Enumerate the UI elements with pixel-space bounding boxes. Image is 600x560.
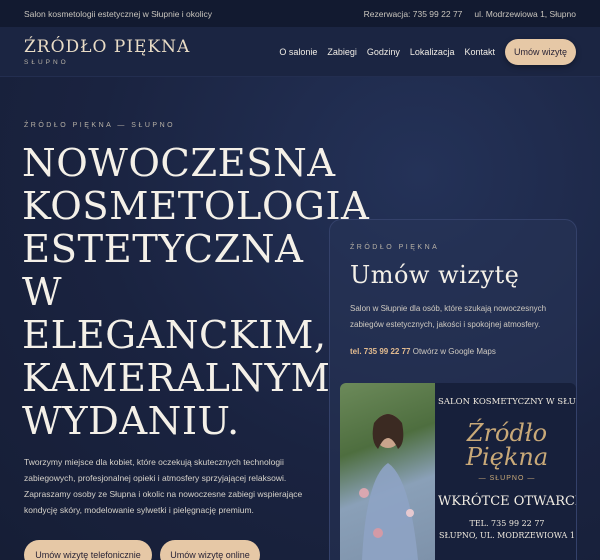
site-header: ŹRÓDŁO PIĘKNA SŁUPNO O salonie Zabiegi G… <box>0 27 600 77</box>
poster-opening-soon: WKRÓTCE OTWARCIE <box>438 494 576 509</box>
reservation-phone[interactable]: Rezerwacja: 735 99 22 77 <box>364 9 463 19</box>
nav-item-hours[interactable]: Godziny <box>367 47 400 57</box>
portrait-illustration <box>359 414 418 560</box>
card-description: Salon w Słupnie dla osób, które szukają … <box>350 304 547 329</box>
nav-item-treatments[interactable]: Zabiegi <box>327 47 357 57</box>
poster-salon-label: SALON KOSMETYCZNY W SŁUPNIE <box>438 397 576 407</box>
hero-intro: Tworzymy miejsce dla kobiet, które oczek… <box>24 457 303 515</box>
brand-logo[interactable]: ŹRÓDŁO PIĘKNA SŁUPNO <box>24 38 190 66</box>
book-by-phone-button[interactable]: Umów wizytę telefonicznie <box>24 540 152 560</box>
poster-subtitle: — SŁUPNO — <box>478 475 536 482</box>
card-contact: tel. 735 99 22 77 Otwórz w Google Maps <box>350 347 556 356</box>
salon-tagline: Salon kosmetologii estetycznej w Słupnie… <box>24 8 213 19</box>
book-online-button[interactable]: Umów wizytę online <box>160 540 260 560</box>
card-eyebrow: ŹRÓDŁO PIĘKNA <box>350 244 440 251</box>
opening-poster-image: SALON KOSMETYCZNY W SŁUPNIE Źródło Piękn… <box>340 383 576 560</box>
google-maps-link[interactable]: Otwórz w Google Maps <box>413 347 496 356</box>
nav-item-about[interactable]: O salonie <box>279 47 317 57</box>
poster-phone: TEL. 735 99 22 77 <box>469 519 545 528</box>
poster-brand-name: Źródło Piękna <box>465 419 549 471</box>
top-info-bar: Salon kosmetologii estetycznej w Słupnie… <box>0 0 600 27</box>
main-nav: O salonie Zabiegi Godziny Lokalizacja Ko… <box>279 38 576 65</box>
brand-subtitle: SŁUPNO <box>24 58 69 66</box>
brand-name: ŹRÓDŁO PIĘKNA <box>24 36 191 57</box>
woman-portrait-photo <box>340 383 435 560</box>
salon-address: ul. Modrzewiowa 1, Słupno <box>474 8 576 19</box>
poster-text: SALON KOSMETYCZNY W SŁUPNIE Źródło Piękn… <box>438 383 576 560</box>
nav-item-contact[interactable]: Kontakt <box>464 47 495 57</box>
card-phone-link[interactable]: tel. 735 99 22 77 <box>350 347 411 356</box>
poster-address: SŁUPNO, UL. MODRZEWIOWA 1 <box>439 531 575 540</box>
hero-headline: Nowoczesna kosmetologia estetyczna w ele… <box>22 141 370 444</box>
hero-eyebrow: ŹRÓDŁO PIĘKNA — SŁUPNO <box>24 122 176 129</box>
nav-item-location[interactable]: Lokalizacja <box>410 47 455 57</box>
book-visit-button[interactable]: Umów wizytę <box>504 38 576 65</box>
card-title: Umów wizytę <box>350 261 520 289</box>
